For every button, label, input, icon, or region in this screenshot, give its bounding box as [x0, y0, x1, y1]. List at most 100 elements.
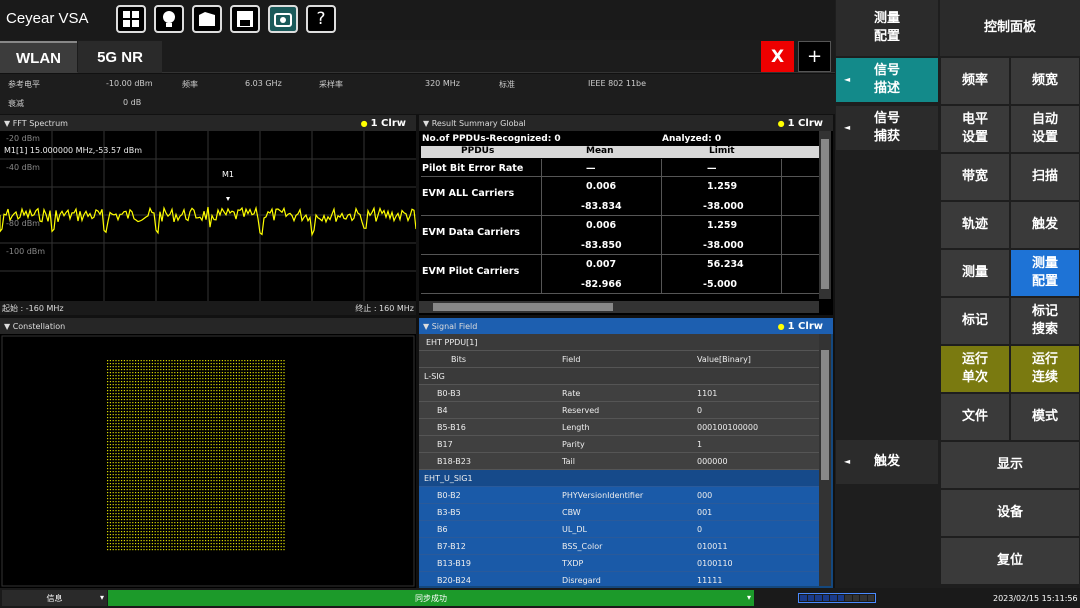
signal-field-trace-indicator[interactable]: 1 Clrw	[778, 321, 823, 332]
reset-button[interactable]: 复位	[941, 538, 1079, 584]
tab-5g-nr[interactable]: 5G NR	[78, 41, 162, 73]
signal-capture-menu[interactable]: ◄ 信号 捕获	[836, 106, 938, 150]
marker-search-button[interactable]: 标记 搜索	[1011, 298, 1079, 344]
level-setup-button[interactable]: 电平 设置	[941, 106, 1009, 152]
col-mean: Mean	[586, 146, 614, 156]
table-row[interactable]: B6 UL_DL 0	[419, 521, 819, 538]
field-cell: TXDP	[562, 559, 584, 568]
run-single-button[interactable]: 运行 单次	[941, 346, 1009, 392]
summary-row-limit-db: -5.000	[703, 279, 737, 290]
file-button[interactable]: 文件	[941, 394, 1009, 440]
bulb-icon[interactable]	[154, 5, 184, 33]
signal-field-title: Signal Field	[431, 321, 478, 331]
display-button[interactable]: 显示	[941, 442, 1079, 488]
table-row[interactable]: B20-B24 Disregard 11111	[419, 572, 819, 586]
span-button[interactable]: 频宽	[1011, 58, 1079, 104]
fft-start: 起始 : -160 MHz	[2, 304, 64, 313]
col-field: Field	[562, 355, 581, 364]
signal-capture-label: 信号 捕获	[873, 111, 900, 144]
field-cell: CBW	[562, 508, 581, 517]
measure-config-menu[interactable]: 测量 配置	[836, 0, 938, 56]
save-icon[interactable]	[230, 5, 260, 33]
trigger-button[interactable]: 触发	[1011, 202, 1079, 248]
bits-cell: B6	[437, 525, 448, 534]
table-row[interactable]: B4 Reserved 0	[419, 402, 819, 419]
summary-row-limit: —	[707, 163, 717, 174]
field-cell: PHYVersionIdentifier	[562, 491, 644, 500]
meter-segment	[830, 595, 837, 601]
folder-icon[interactable]	[192, 5, 222, 33]
summary-row: Pilot Bit Error Rate — —	[421, 159, 819, 177]
column-divider	[541, 216, 542, 255]
y-label-2: -40 dBm	[6, 163, 40, 172]
mode-button[interactable]: 模式	[1011, 394, 1079, 440]
auto-setup-button[interactable]: 自动 设置	[1011, 106, 1079, 152]
tab-wlan[interactable]: WLAN	[0, 41, 77, 73]
table-row[interactable]: B0-B3 Rate 1101	[419, 385, 819, 402]
camera-icon[interactable]	[268, 5, 298, 33]
measure-config-button[interactable]: 测量 配置	[1011, 250, 1079, 296]
summary-hscrollbar[interactable]	[419, 301, 819, 313]
group-row[interactable]: L-SIG	[419, 368, 819, 385]
value-cell: 0	[697, 406, 703, 415]
group-label: EHT_U_SIG1	[424, 474, 473, 483]
fft-trace-indicator[interactable]: 1 Clrw	[361, 118, 406, 129]
marker-button[interactable]: 标记	[941, 298, 1009, 344]
field-cell: Parity	[562, 440, 585, 449]
info-dropdown[interactable]: 信息 ▾	[2, 590, 107, 606]
trigger-menu[interactable]: ◄ 触发	[836, 440, 938, 484]
column-divider	[781, 177, 782, 216]
summary-row-name: Pilot Bit Error Rate	[422, 163, 524, 174]
summary-row-limit-db: -38.000	[703, 240, 744, 251]
header-row[interactable]: Bits Field Value[Binary]	[419, 351, 819, 368]
signal-field-scrollbar[interactable]	[819, 334, 831, 586]
meter-segment	[815, 595, 822, 601]
trace-button[interactable]: 轨迹	[941, 202, 1009, 248]
sweep-button[interactable]: 扫描	[1011, 154, 1079, 200]
signal-desc-menu[interactable]: ◄ 信号 描述	[836, 58, 938, 102]
measure-button[interactable]: 测量	[941, 250, 1009, 296]
column-divider	[781, 159, 782, 177]
summary-trace-indicator[interactable]: 1 Clrw	[778, 118, 823, 129]
table-row[interactable]: B7-B12 BSS_Color 010011	[419, 538, 819, 555]
signal-field-table: EHT PPDU[1] Bits Field Value[Binary] L-SIG B0…	[419, 334, 819, 586]
bits-cell: B18-B23	[437, 457, 471, 466]
meter-segment	[822, 595, 829, 601]
value-cell: 1101	[697, 389, 718, 398]
table-row[interactable]: B0-B2 PHYVersionIdentifier 000	[419, 487, 819, 504]
table-row[interactable]: B13-B19 TXDP 0100110	[419, 555, 819, 572]
summary-scrollbar[interactable]	[819, 131, 831, 299]
summary-panel: ▼ Result Summary Global 1 Clrw No.of PPD…	[419, 115, 833, 315]
fft-stop: 终止 : 160 MHz	[355, 304, 414, 313]
run-continuous-button[interactable]: 运行 连续	[1011, 346, 1079, 392]
add-tab-button[interactable]: +	[798, 41, 831, 72]
value-cell: 1	[697, 440, 703, 449]
atten-label: 衰减	[8, 99, 24, 108]
summary-row-mean-db: -82.966	[581, 279, 622, 290]
field-cell: Reserved	[562, 406, 600, 415]
freq-button[interactable]: 频率	[941, 58, 1009, 104]
col-value: Value[Binary]	[697, 355, 751, 364]
table-row[interactable]: B5-B16 Length 000100100000	[419, 419, 819, 436]
column-divider	[541, 255, 542, 294]
value-cell: 010011	[697, 542, 728, 551]
close-tab-button[interactable]: X	[761, 41, 794, 72]
bits-cell: B5-B16	[437, 423, 466, 432]
signal-desc-label: 信号 描述	[873, 63, 900, 96]
help-icon[interactable]: ?	[306, 5, 336, 33]
bandwidth-button[interactable]: 带宽	[941, 154, 1009, 200]
table-row[interactable]: B17 Parity 1	[419, 436, 819, 453]
table-row[interactable]: B3-B5 CBW 001	[419, 504, 819, 521]
summary-row-mean: 0.006	[586, 220, 617, 231]
bits-cell: B0-B2	[437, 491, 461, 500]
windows-icon[interactable]	[116, 5, 146, 33]
bits-cell: B13-B19	[437, 559, 471, 568]
column-divider	[781, 255, 782, 294]
col-bits: Bits	[451, 355, 467, 364]
value-cell: 001	[697, 508, 713, 517]
group-row[interactable]: EHT PPDU[1]	[419, 334, 819, 351]
status-message[interactable]: 同步成功 ▾	[108, 590, 754, 606]
table-row[interactable]: B18-B23 Tail 000000	[419, 453, 819, 470]
group-row[interactable]: EHT_U_SIG1	[419, 470, 819, 487]
device-button[interactable]: 设备	[941, 490, 1079, 536]
